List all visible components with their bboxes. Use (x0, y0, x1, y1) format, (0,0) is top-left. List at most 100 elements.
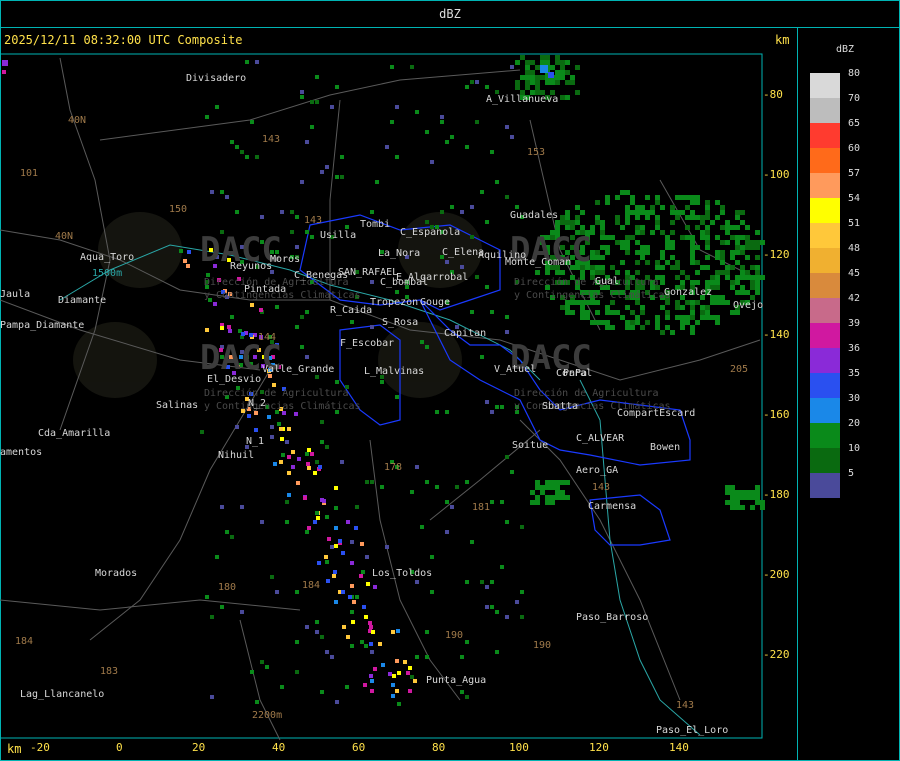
place-label[interactable]: CompartEscard (617, 408, 695, 419)
place-label[interactable]: L_Malvinas (364, 366, 424, 377)
place-label[interactable]: Lag_Llancanelo (20, 689, 104, 700)
echo-cell (460, 655, 464, 659)
echo-cell (465, 580, 469, 584)
place-label[interactable]: Valle_Grande (262, 364, 334, 375)
place-label[interactable]: Guadales (510, 210, 558, 221)
route-label: 184 (15, 636, 34, 647)
echo-cell (750, 505, 755, 510)
place-label[interactable]: F_Escobar (340, 338, 394, 349)
echo-cell (580, 210, 585, 215)
echo-cell (625, 220, 630, 225)
place-label[interactable]: V_Atuel (494, 364, 536, 375)
place-label[interactable]: Jaula (0, 289, 30, 300)
echo-cell (730, 285, 735, 290)
echo-cell (425, 655, 429, 659)
echo-cell (360, 640, 364, 644)
echo-cell (545, 495, 550, 500)
echo-cell (296, 481, 300, 485)
place-label[interactable]: Gual (595, 276, 619, 287)
echo-cell (351, 620, 355, 624)
place-label[interactable]: R_Caida (330, 305, 372, 316)
echo-cell (670, 210, 675, 215)
echo-cell (315, 375, 319, 379)
place-label[interactable]: Reyunos (230, 261, 272, 272)
echo-cell (735, 505, 740, 510)
place-label[interactable]: N_1 (246, 436, 264, 447)
echo-cell (745, 235, 750, 240)
place-label[interactable]: Gouge (420, 297, 450, 308)
echo-cell (225, 530, 229, 534)
place-label[interactable]: Paso_El_Loro (656, 725, 728, 736)
place-label[interactable]: Ovejo (733, 300, 763, 311)
echo-cell (281, 453, 285, 457)
place-label[interactable]: Cda_Amarilla (38, 428, 110, 439)
echo-cell (555, 495, 560, 500)
place-label[interactable]: Paso_Barroso (576, 612, 648, 623)
echo-cell (745, 495, 750, 500)
echo-cell (680, 280, 685, 285)
place-label[interactable]: C_ALVEAR (576, 433, 624, 444)
legend-swatch (810, 198, 840, 223)
echo-cell (675, 315, 680, 320)
place-label[interactable]: N_2 (248, 398, 266, 409)
echo-cell (490, 150, 494, 154)
echo-cell (570, 75, 575, 80)
place-label[interactable]: C_Benegas (294, 270, 348, 281)
echo-cell (295, 325, 299, 329)
place-label[interactable]: Capitan (444, 328, 486, 339)
place-label[interactable]: C_bombal (380, 277, 428, 288)
place-label[interactable]: Carmensa (588, 501, 636, 512)
place-label[interactable]: Punta_Agua (426, 675, 486, 686)
echo-cell (630, 325, 635, 330)
place-label[interactable]: S_Rosa (382, 317, 418, 328)
place-label[interactable]: A_Villanueva (486, 94, 558, 105)
place-label[interactable]: Usilla (320, 230, 356, 241)
place-label[interactable]: Aero_GA (576, 465, 618, 476)
place-label[interactable]: Bowen (650, 442, 680, 453)
place-label[interactable]: Salinas (156, 400, 198, 411)
echo-cell (735, 250, 740, 255)
place-label[interactable]: Moros (270, 254, 300, 265)
route-label: 181 (472, 502, 491, 513)
echo-cell (715, 270, 720, 275)
echo-cell (705, 200, 710, 205)
echo-cell (490, 500, 494, 504)
place-label[interactable]: La_Nora (378, 248, 420, 259)
place-label[interactable]: amentos (0, 447, 42, 458)
place-label[interactable]: Soitue (512, 440, 548, 451)
legend-swatch (810, 398, 840, 423)
place-label[interactable]: Tropezon (370, 297, 418, 308)
watermark-line2: y Contingencias Climáticas (204, 401, 361, 412)
place-label[interactable]: Nihuil (218, 450, 254, 461)
echo-cell (371, 630, 375, 634)
place-label[interactable]: Los_Toldos (372, 568, 432, 579)
echo-cell (235, 145, 239, 149)
echo-cell (380, 380, 384, 384)
echo-cell (445, 530, 449, 534)
place-label[interactable]: Sbatta (542, 401, 578, 412)
echo-cell (695, 225, 700, 230)
echo-cell (340, 175, 344, 179)
place-label[interactable]: Pampa_Diamante (0, 320, 84, 331)
echo-cell (645, 245, 650, 250)
echo-cell (280, 685, 284, 689)
place-label[interactable]: C_Espanola (400, 227, 460, 238)
echo-cell (675, 210, 680, 215)
echo-cell (515, 600, 519, 604)
echo-cell (580, 270, 585, 275)
place-label[interactable]: Monte_Coman (505, 257, 571, 268)
echo-cell (705, 280, 710, 285)
place-label[interactable]: El_Desvio (207, 374, 261, 385)
radar-map[interactable] (0, 0, 797, 761)
place-label[interactable]: Pintada (244, 284, 286, 295)
place-label[interactable]: Diamante (58, 295, 106, 306)
place-label[interactable]: Morados (95, 568, 137, 579)
place-label[interactable]: Gonzalez (664, 287, 712, 298)
place-label[interactable]: Aqua_Toro (80, 252, 134, 263)
echo-cell (740, 290, 745, 295)
place-label[interactable]: Tombi (360, 219, 390, 230)
watermark-line1: Dirección de Agricultura (204, 388, 349, 399)
echo-cell (675, 215, 680, 220)
place-label[interactable]: Divisadero (186, 73, 246, 84)
echo-cell (675, 195, 680, 200)
